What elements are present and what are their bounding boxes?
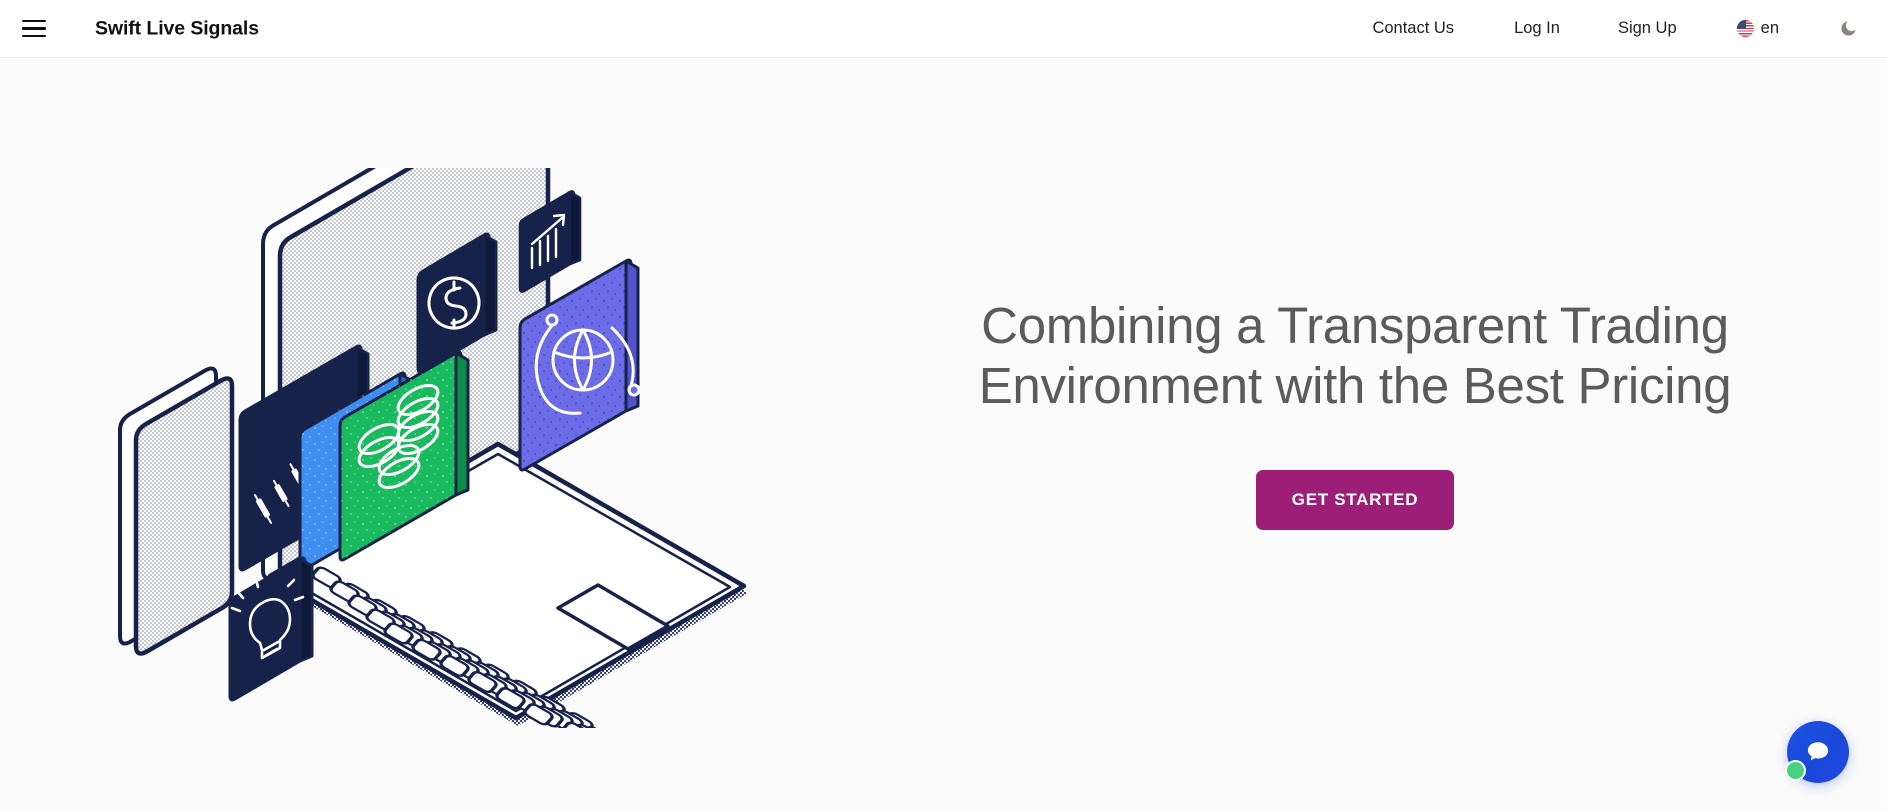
- chat-online-status-indicator: [1785, 760, 1806, 781]
- moon-icon[interactable]: [1835, 16, 1861, 42]
- page-title: Combining a Transparent Trading Environm…: [978, 297, 1732, 415]
- hamburger-bar: [22, 19, 46, 23]
- hero-section: Combining a Transparent Trading Environm…: [0, 58, 1887, 811]
- chat-widget[interactable]: [1785, 721, 1849, 783]
- site-header: Swift Live Signals Contact Us Log In Sig…: [0, 0, 1887, 58]
- lightbulb-card: [228, 556, 314, 702]
- isometric-trading-devices-illustration: [88, 168, 768, 728]
- hamburger-bar: [22, 34, 46, 38]
- nav-link-sign-up[interactable]: Sign Up: [1616, 13, 1679, 44]
- smartphone: [118, 366, 235, 656]
- language-switcher[interactable]: en: [1736, 19, 1779, 38]
- language-code: en: [1760, 19, 1779, 37]
- hamburger-menu-icon[interactable]: [22, 18, 48, 40]
- hamburger-bar: [22, 27, 46, 30]
- nav-link-contact-us[interactable]: Contact Us: [1370, 13, 1456, 44]
- hero-copy: Combining a Transparent Trading Environm…: [950, 296, 1760, 531]
- header-nav: Contact Us Log In Sign Up en: [1370, 0, 1861, 57]
- nav-link-log-in[interactable]: Log In: [1512, 13, 1562, 44]
- brand-logo[interactable]: Swift Live Signals: [95, 17, 259, 40]
- get-started-button[interactable]: GET STARTED: [1255, 470, 1455, 531]
- us-flag-icon: [1736, 20, 1754, 37]
